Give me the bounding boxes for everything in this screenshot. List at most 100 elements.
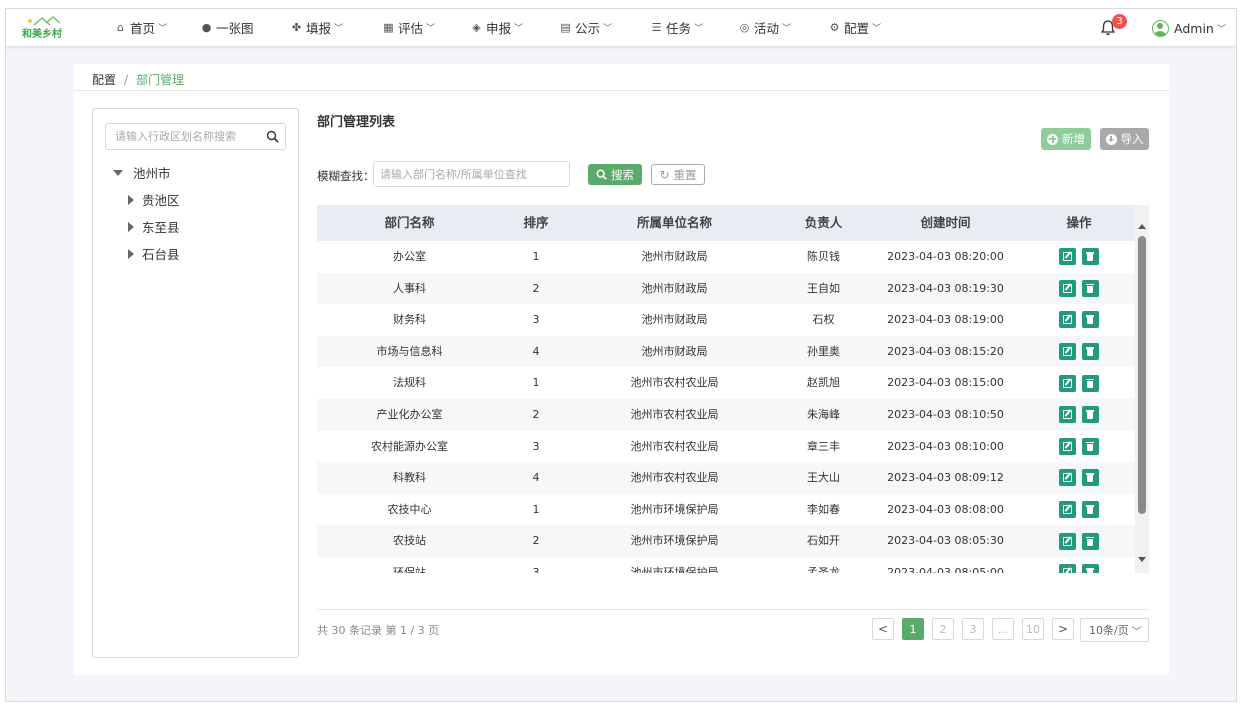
tree-node-root[interactable]: 池州市 bbox=[113, 163, 171, 182]
chevron-down-icon: ﹀ bbox=[334, 24, 344, 34]
cell-actions bbox=[1023, 336, 1135, 368]
column-header[interactable]: 所属单位名称 bbox=[570, 205, 779, 241]
caret-right-icon[interactable] bbox=[128, 248, 134, 259]
cell-sort: 2 bbox=[532, 407, 540, 421]
edit-icon[interactable] bbox=[1059, 564, 1076, 573]
table-row: 农技中心 1 池州市环境保护局 李如春 2023-04-03 08:08:00 bbox=[317, 493, 1135, 526]
nav-config[interactable]: ⚙ 配置 ﹀ bbox=[828, 9, 908, 46]
tree-search-input[interactable] bbox=[106, 124, 256, 149]
avatar bbox=[1152, 19, 1169, 37]
table-row: 法规科 1 池州市农村农业局 赵凯旭 2023-04-03 08:15:00 bbox=[317, 367, 1135, 399]
cell-sort: 4 bbox=[532, 471, 540, 485]
trash-icon[interactable] bbox=[1082, 564, 1099, 573]
cell-unit-name: 池州市农村农业局 bbox=[630, 439, 719, 453]
prev-page-button[interactable]: < bbox=[872, 618, 894, 640]
trash-icon[interactable] bbox=[1082, 501, 1099, 519]
trash-icon[interactable] bbox=[1082, 248, 1099, 266]
trash-icon[interactable] bbox=[1082, 532, 1099, 550]
tree-node-guichi[interactable]: 贵池区 bbox=[128, 190, 180, 209]
edit-icon[interactable] bbox=[1059, 343, 1076, 361]
scrollbar-thumb[interactable] bbox=[1138, 236, 1146, 514]
edit-icon[interactable] bbox=[1059, 501, 1076, 519]
column-header[interactable]: 排序 bbox=[502, 205, 570, 241]
table-row: 人事科 2 池州市财政局 王自如 2023-04-03 08:19:30 bbox=[317, 272, 1135, 305]
logo[interactable]: 和美乡村 bbox=[20, 16, 68, 40]
cell-manager: 孟圣龙 bbox=[807, 565, 840, 573]
caret-right-icon[interactable] bbox=[128, 194, 134, 205]
page-size-select[interactable]: 10条/页 ﹀ bbox=[1080, 618, 1149, 642]
nav-apply[interactable]: ◈ 申报 ﹀ bbox=[470, 9, 559, 46]
user-menu[interactable]: Admin ﹀ bbox=[1152, 18, 1226, 38]
edit-icon[interactable] bbox=[1059, 374, 1076, 392]
page-button[interactable]: 3 bbox=[962, 618, 984, 640]
tree-node-shitai[interactable]: 石台县 bbox=[128, 244, 180, 263]
cell-department-name: 办公室 bbox=[393, 250, 426, 263]
reset-button-label: 重置 bbox=[673, 167, 697, 182]
trash-icon[interactable] bbox=[1082, 437, 1099, 455]
chevron-down-icon: ﹀ bbox=[1216, 24, 1226, 35]
nav-fill[interactable]: ✤ 填报 ﹀ bbox=[290, 9, 382, 46]
filter-label: 模糊查找： bbox=[317, 169, 375, 183]
tree-node-label: 池州市 bbox=[133, 166, 171, 181]
record-summary: 共 30 条记录 第 1 / 3 页 bbox=[317, 624, 440, 637]
nav-publicity[interactable]: ▤ 公示 ﹀ bbox=[559, 9, 650, 46]
chevron-down-icon: ﹀ bbox=[158, 24, 168, 34]
caret-down-icon[interactable] bbox=[113, 169, 123, 176]
notification-badge: 3 bbox=[1112, 14, 1127, 29]
breadcrumb-parent[interactable]: 配置 bbox=[92, 73, 116, 87]
edit-icon[interactable] bbox=[1059, 279, 1076, 297]
cell-department-name: 财务科 bbox=[393, 313, 426, 327]
cell-actions bbox=[1023, 431, 1135, 463]
nav-tasks[interactable]: ☰ 任务 ﹀ bbox=[650, 9, 738, 46]
edit-icon[interactable] bbox=[1059, 248, 1076, 266]
table-row: 财务科 3 池州市财政局 石权 2023-04-03 08:19:00 bbox=[317, 304, 1135, 336]
content-card: 配置 / 部门管理 池州市 贵池区 东至县 bbox=[74, 64, 1169, 675]
nav-assess[interactable]: ▦ 评估 ﹀ bbox=[382, 9, 470, 46]
nav-activity[interactable]: ◎ 活动 ﹀ bbox=[738, 9, 828, 46]
edit-icon[interactable] bbox=[1059, 469, 1076, 487]
filter-input[interactable] bbox=[373, 161, 570, 187]
table-scrollbar[interactable] bbox=[1135, 205, 1149, 573]
cell-manager: 赵凯旭 bbox=[807, 376, 840, 390]
next-page-button[interactable]: > bbox=[1052, 618, 1074, 640]
cubes-icon: ✤ bbox=[291, 20, 302, 34]
main-nav: ⌂ 首页 ﹀ ● 一张图 ✤ 填报 ﹀ ▦ 评估 ﹀ ◈ 申报 ﹀ ▤ 公示 ﹀… bbox=[114, 9, 908, 46]
pagination: < 1 2 3 ... 10 > bbox=[872, 618, 1082, 640]
trash-icon[interactable] bbox=[1082, 279, 1099, 297]
cell-actions bbox=[1023, 399, 1135, 431]
cell-unit-name: 池州市财政局 bbox=[641, 281, 708, 295]
nav-apply-label: 申报 bbox=[486, 21, 512, 36]
tree-node-dongzhi[interactable]: 东至县 bbox=[128, 217, 180, 236]
scroll-down-icon[interactable] bbox=[1138, 557, 1146, 562]
nav-home[interactable]: ⌂ 首页 ﹀ bbox=[114, 9, 200, 46]
trash-icon[interactable] bbox=[1082, 374, 1099, 392]
column-header[interactable]: 创建时间 bbox=[868, 205, 1023, 241]
edit-icon[interactable] bbox=[1059, 437, 1076, 455]
trash-icon[interactable] bbox=[1082, 469, 1099, 487]
caret-right-icon[interactable] bbox=[128, 221, 134, 232]
cell-sort: 1 bbox=[532, 250, 540, 263]
trash-icon[interactable] bbox=[1082, 311, 1099, 329]
search-icon[interactable] bbox=[266, 130, 279, 143]
import-button[interactable]: 导入 bbox=[1100, 128, 1149, 150]
search-button[interactable]: 搜索 bbox=[588, 164, 642, 185]
add-button[interactable]: 新增 bbox=[1041, 128, 1091, 150]
plus-circle-icon bbox=[1047, 133, 1058, 145]
nav-map-label: 一张图 bbox=[216, 21, 254, 36]
edit-icon[interactable] bbox=[1059, 532, 1076, 550]
edit-icon[interactable] bbox=[1059, 406, 1076, 424]
column-header[interactable]: 负责人 bbox=[779, 205, 868, 241]
table-header: 部门名称 排序 所属单位名称 负责人 创建时间 操作 bbox=[317, 205, 1135, 241]
column-header[interactable]: 部门名称 bbox=[317, 205, 502, 241]
page-button[interactable]: 2 bbox=[932, 618, 954, 640]
page-button[interactable]: 1 bbox=[902, 618, 924, 640]
edit-icon[interactable] bbox=[1059, 311, 1076, 329]
scroll-up-icon[interactable] bbox=[1138, 224, 1146, 229]
trash-icon[interactable] bbox=[1082, 406, 1099, 424]
page-button[interactable]: 10 bbox=[1022, 618, 1044, 640]
trash-icon[interactable] bbox=[1082, 343, 1099, 361]
cell-manager: 李如春 bbox=[807, 502, 840, 516]
breadcrumb-current: 部门管理 bbox=[136, 73, 185, 87]
nav-map[interactable]: ● 一张图 bbox=[200, 9, 290, 46]
reset-button[interactable]: ↻ 重置 bbox=[651, 164, 705, 185]
